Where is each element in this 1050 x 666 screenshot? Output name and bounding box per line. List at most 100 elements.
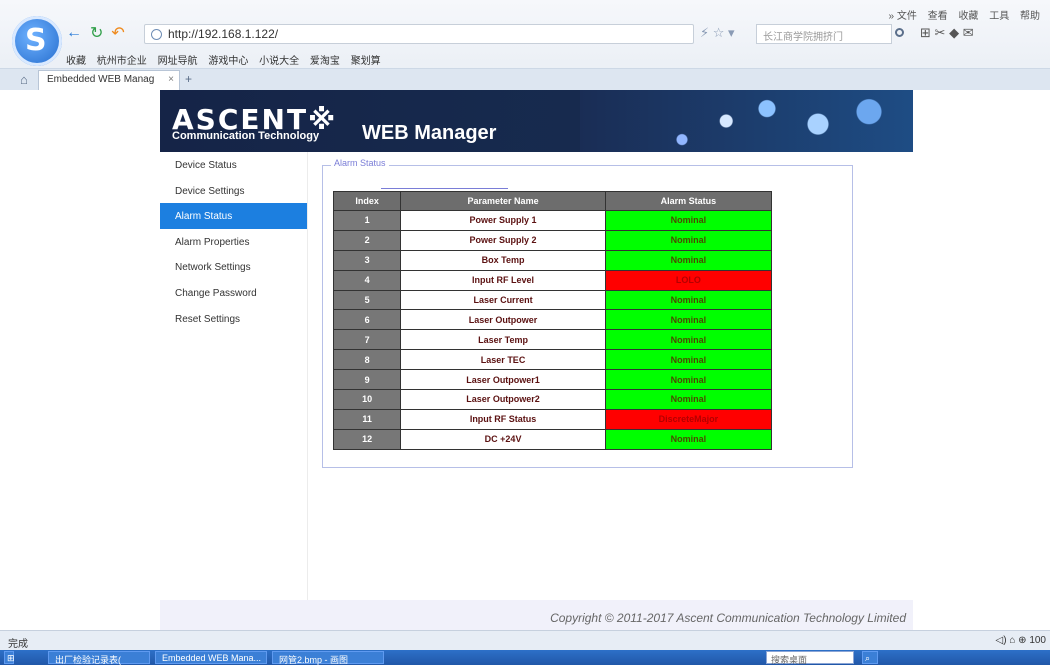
- alarm-status-cell: Nominal: [604, 329, 773, 351]
- menu-view[interactable]: 查看: [928, 11, 948, 22]
- zoom-icon[interactable]: ⊕: [1018, 635, 1026, 646]
- row-index: 8: [332, 349, 402, 371]
- close-tab-icon[interactable]: ×: [168, 74, 174, 85]
- undo-icon[interactable]: ↶: [111, 23, 124, 43]
- table-row: 6 Laser Outpower Nominal: [332, 309, 773, 331]
- browser-tab[interactable]: Embedded WEB Manag ×: [38, 70, 180, 90]
- parameter-name: Power Supply 2: [400, 229, 606, 251]
- taskbar-item[interactable]: 出厂检验记录表(: [48, 651, 150, 665]
- alarm-status-panel: Alarm Status Index Parameter Name Alarm …: [322, 158, 853, 468]
- sidebar: Device Status Device Settings Alarm Stat…: [160, 152, 308, 610]
- browser-menu-bar: » 文件 查看 收藏 工具 帮助: [881, 7, 1040, 22]
- column-parameter-name: Parameter Name: [400, 191, 606, 211]
- row-index: 9: [332, 369, 402, 391]
- back-arrow-icon[interactable]: ←: [66, 24, 82, 42]
- menu-help[interactable]: 帮助: [1020, 11, 1040, 22]
- zoom-status: ◁) ⌂ ⊕ 100: [996, 635, 1047, 646]
- parameter-name: Laser TEC: [400, 349, 606, 371]
- bookmarks-bar: 收藏 杭州市企业 网址导航 游戏中心 小说大全 爱淘宝 聚划算: [66, 52, 389, 67]
- home-icon[interactable]: ⌂: [20, 72, 28, 87]
- page-header: ASCENT※ Communication Technology WEB Man…: [160, 90, 913, 152]
- sidebar-item-alarm-status[interactable]: Alarm Status: [160, 203, 307, 229]
- bookmark-hangzhou[interactable]: 杭州市企业: [97, 56, 147, 67]
- lightning-icon[interactable]: ⚡: [700, 25, 709, 40]
- table-row: 3 Box Temp Nominal: [332, 249, 773, 271]
- menu-favorites[interactable]: 收藏: [958, 11, 978, 22]
- url-tools: ⚡ ☆ ▾: [700, 25, 735, 41]
- download-icon[interactable]: ⌂: [1009, 635, 1015, 646]
- alarm-status-cell: Nominal: [604, 210, 773, 231]
- fiber-image: [580, 90, 913, 152]
- row-index: 5: [332, 289, 402, 311]
- sidebar-item-network-settings[interactable]: Network Settings: [160, 254, 307, 280]
- parameter-name: Laser Outpower: [400, 309, 606, 331]
- sidebar-item-device-status[interactable]: Device Status: [160, 152, 307, 178]
- tab-title: Embedded WEB Manag: [47, 74, 155, 85]
- mail-icon[interactable]: ✉: [963, 25, 974, 40]
- bookmark-novels[interactable]: 小说大全: [259, 56, 299, 67]
- alarm-status-cell: Nominal: [604, 229, 773, 251]
- row-index: 1: [332, 210, 402, 231]
- browser-toolbar-icons: ⊞ ✂ ◆ ✉: [920, 25, 974, 41]
- bookmark-taobao[interactable]: 爱淘宝: [310, 56, 340, 67]
- status-complete: 完成: [8, 639, 28, 650]
- new-tab-button[interactable]: +: [185, 72, 192, 86]
- menu-tools[interactable]: 工具: [989, 11, 1009, 22]
- parameter-name: Laser Current: [400, 289, 606, 311]
- table-row: 8 Laser TEC Nominal: [332, 349, 773, 371]
- web-page: ASCENT※ Communication Technology WEB Man…: [0, 90, 1050, 634]
- taskbar-item[interactable]: 网管2.bmp - 画图: [272, 651, 384, 665]
- search-input[interactable]: 长江商学院拥挤门: [756, 24, 892, 44]
- row-index: 2: [332, 229, 402, 251]
- table-row: 4 Input RF Level LOLO: [332, 269, 773, 291]
- alarm-status-cell: Nominal: [604, 428, 773, 450]
- star-icon[interactable]: ☆: [713, 25, 725, 40]
- shield-tool-icon[interactable]: ◆: [949, 25, 959, 40]
- sidebar-item-alarm-properties[interactable]: Alarm Properties: [160, 229, 307, 255]
- row-index: 4: [332, 269, 402, 291]
- table-row: 7 Laser Temp Nominal: [332, 329, 773, 351]
- table-row: 1 Power Supply 1 Nominal: [332, 210, 773, 231]
- bookmark-star[interactable]: 收藏: [66, 56, 86, 67]
- zoom-level: 100: [1029, 635, 1046, 646]
- browser-logo-icon[interactable]: S: [12, 16, 62, 66]
- brand-subtitle: Communication Technology: [172, 130, 320, 142]
- browser-chrome: S » 文件 查看 收藏 工具 帮助 ← ↻ ↶ http://192.168.…: [0, 0, 1050, 90]
- table-row: 2 Power Supply 2 Nominal: [332, 229, 773, 251]
- shield-icon: [151, 28, 162, 40]
- row-index: 6: [332, 309, 402, 331]
- extension-icon[interactable]: ⊞: [920, 25, 931, 40]
- scissors-icon[interactable]: ✂: [935, 25, 946, 40]
- page-footer: Copyright © 2011-2017 Ascent Communicati…: [160, 600, 913, 634]
- parameter-name: Power Supply 1: [400, 210, 606, 231]
- bookmark-navigation[interactable]: 网址导航: [158, 56, 198, 67]
- parameter-name: Laser Outpower1: [400, 369, 606, 391]
- search-taskbar-icon[interactable]: ⌕: [862, 651, 878, 664]
- alarm-status-cell: Nominal: [604, 349, 773, 371]
- search-icon[interactable]: [895, 28, 904, 37]
- taskbar-item[interactable]: Embedded WEB Mana...: [155, 651, 267, 664]
- parameter-name: Laser Temp: [400, 329, 606, 351]
- table-row: 10 Laser Outpower2 Nominal: [332, 389, 773, 410]
- address-bar[interactable]: http://192.168.1.122/: [144, 24, 694, 44]
- desktop-search[interactable]: 搜索桌面: [766, 651, 854, 665]
- dropdown-icon[interactable]: ▾: [728, 25, 735, 40]
- page-title: WEB Manager: [362, 122, 497, 144]
- row-index: 10: [332, 389, 402, 410]
- bookmark-games[interactable]: 游戏中心: [208, 56, 248, 67]
- table-row: 11 Input RF Status DiscreteMajor: [332, 408, 773, 430]
- sidebar-item-reset-settings[interactable]: Reset Settings: [160, 306, 307, 332]
- alarm-status-cell: LOLO: [604, 269, 773, 291]
- refresh-icon[interactable]: ↻: [90, 23, 103, 43]
- main-content: Alarm Status Index Parameter Name Alarm …: [308, 152, 913, 610]
- bookmark-juhuasuan[interactable]: 聚划算: [351, 56, 381, 67]
- speaker-icon[interactable]: ◁): [996, 635, 1007, 646]
- menu-file[interactable]: » 文件: [889, 11, 917, 22]
- sidebar-item-change-password[interactable]: Change Password: [160, 280, 307, 306]
- start-button[interactable]: ⊞: [4, 651, 15, 664]
- column-index: Index: [332, 191, 402, 211]
- table-row: 5 Laser Current Nominal: [332, 289, 773, 311]
- navigation-controls: ← ↻ ↶: [66, 22, 133, 44]
- alarm-status-cell: DiscreteMajor: [604, 408, 773, 430]
- sidebar-item-device-settings[interactable]: Device Settings: [160, 178, 307, 204]
